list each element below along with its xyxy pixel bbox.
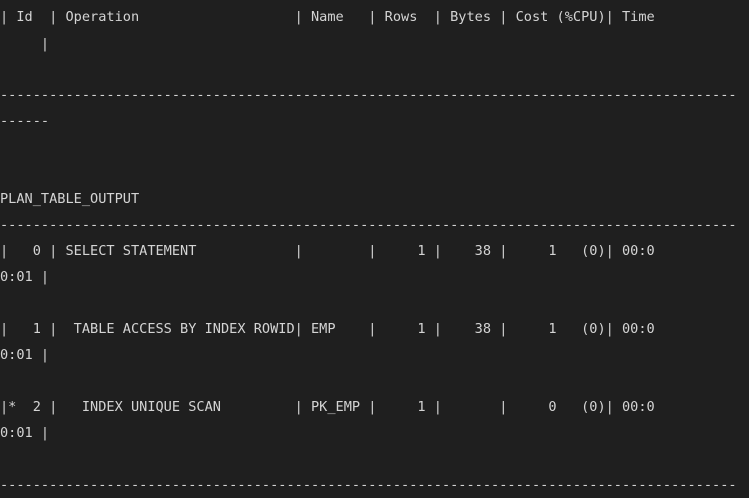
plan-row-0-wrap: 0:01 | — [0, 269, 50, 285]
plan-header-wrap: | — [0, 36, 50, 52]
separator-line: ----------------------------------------… — [0, 87, 737, 103]
terminal-output[interactable]: | Id | Operation | Name | Rows | Bytes |… — [0, 0, 749, 498]
separator-line: ----------------------------------------… — [0, 217, 737, 233]
plan-row-2: |* 2 | INDEX UNIQUE SCAN | PK_EMP | 1 | … — [0, 399, 655, 415]
plan-row-2-wrap: 0:01 | — [0, 425, 50, 441]
plan-row-0: | 0 | SELECT STATEMENT | | 1 | 38 | 1 (0… — [0, 243, 655, 259]
plan-header-row: | Id | Operation | Name | Rows | Bytes |… — [0, 9, 655, 25]
plan-row-1: | 1 | TABLE ACCESS BY INDEX ROWID| EMP |… — [0, 321, 655, 337]
plan-table-output-label: PLAN_TABLE_OUTPUT — [0, 191, 140, 207]
separator-line: ----------------------------------------… — [0, 477, 737, 493]
plan-row-1-wrap: 0:01 | — [0, 347, 50, 363]
separator-line-wrap: ------ — [0, 113, 50, 129]
